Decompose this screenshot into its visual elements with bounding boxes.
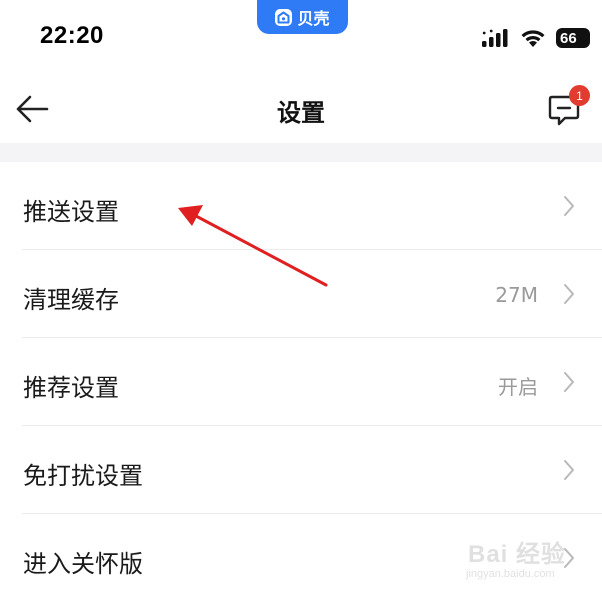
- chevron-right-icon: [564, 372, 574, 392]
- status-icons: 66: [482, 27, 590, 49]
- signal-icon: [482, 29, 508, 47]
- settings-item-push[interactable]: 推送设置: [0, 162, 602, 250]
- settings-item-recommend[interactable]: 推荐设置 开启: [0, 338, 602, 426]
- settings-item-label: 推送设置: [23, 198, 119, 226]
- baidu-watermark: Bai 经验 jingyan.baidu.com: [462, 532, 592, 590]
- chevron-right-icon: [564, 284, 574, 304]
- chevron-right-icon: [564, 196, 574, 216]
- settings-item-do-not-disturb[interactable]: 免打扰设置: [0, 426, 602, 514]
- cache-size-value: 27M: [495, 283, 538, 307]
- app-indicator-pill[interactable]: 贝壳: [257, 0, 348, 34]
- watermark-url: jingyan.baidu.com: [466, 568, 555, 580]
- status-time: 22:20: [40, 22, 104, 49]
- settings-item-clear-cache[interactable]: 清理缓存 27M: [0, 250, 602, 338]
- message-button[interactable]: 1: [548, 85, 590, 126]
- section-divider: [0, 143, 602, 162]
- settings-item-label: 清理缓存: [23, 286, 119, 314]
- status-bar: 22:20 贝壳 66: [0, 0, 602, 75]
- page-title: 设置: [277, 99, 325, 127]
- settings-item-label: 推荐设置: [23, 374, 119, 402]
- battery-icon: 66: [556, 28, 590, 48]
- settings-item-label: 免打扰设置: [23, 462, 143, 490]
- battery-level: 66: [560, 29, 577, 47]
- chevron-right-icon: [564, 460, 574, 480]
- nav-bar: 设置 1: [0, 75, 602, 143]
- beike-logo-icon: [275, 8, 293, 26]
- settings-item-label: 进入关怀版: [23, 550, 143, 578]
- wifi-icon: [521, 29, 545, 47]
- app-name: 贝壳: [297, 9, 330, 28]
- recommend-status-value: 开启: [498, 375, 538, 399]
- watermark-text: Bai 经验: [468, 541, 567, 568]
- message-badge: 1: [569, 85, 590, 106]
